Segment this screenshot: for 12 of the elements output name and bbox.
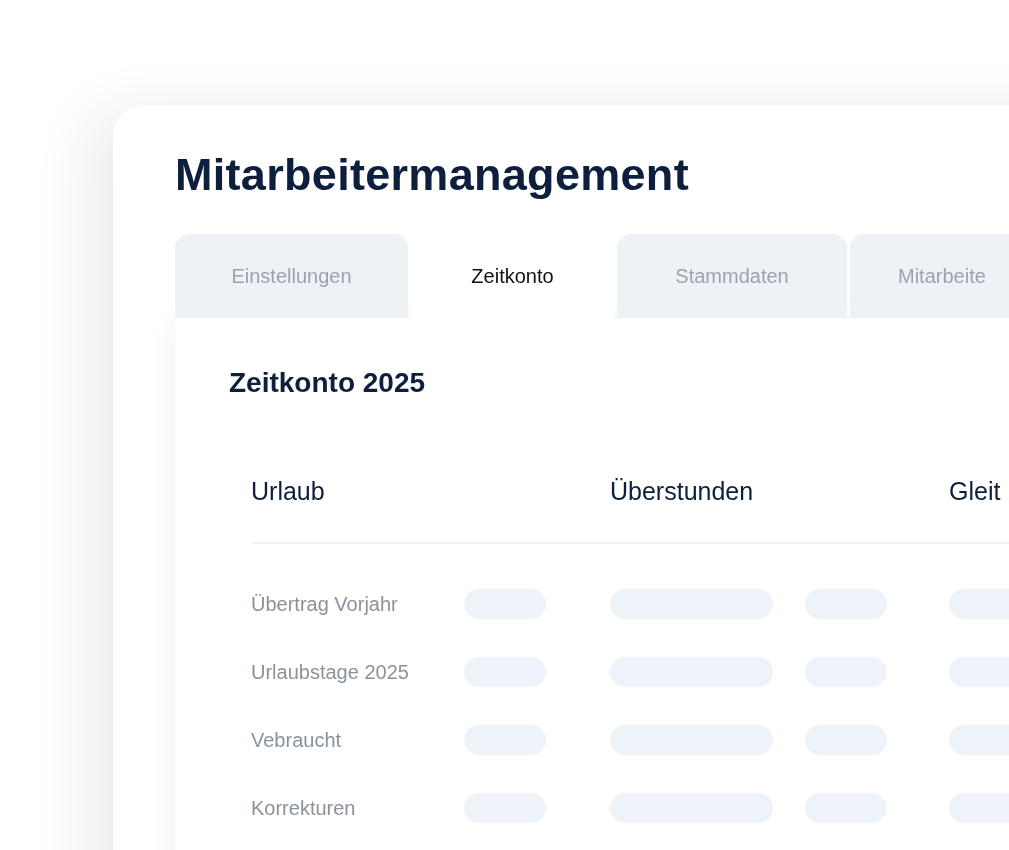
row-label: Vebraucht [251, 728, 343, 752]
page-title: Mitarbeitermanagement [175, 148, 690, 202]
column-header: Urlaub [251, 476, 326, 507]
row-label: Übertrag Vorjahr [251, 592, 399, 616]
row-label: Urlaubstage 2025 [251, 660, 410, 684]
tab[interactable]: Stammdaten [617, 234, 847, 318]
tab[interactable]: Einstellungen [175, 234, 408, 318]
section-heading: Zeitkonto 2025 [229, 366, 427, 400]
tab[interactable]: Mitarbeite [850, 234, 1009, 318]
column-header: Überstunden [610, 476, 755, 507]
row-label: Korrekturen [251, 796, 357, 820]
column-header: Gleit [949, 476, 1002, 507]
